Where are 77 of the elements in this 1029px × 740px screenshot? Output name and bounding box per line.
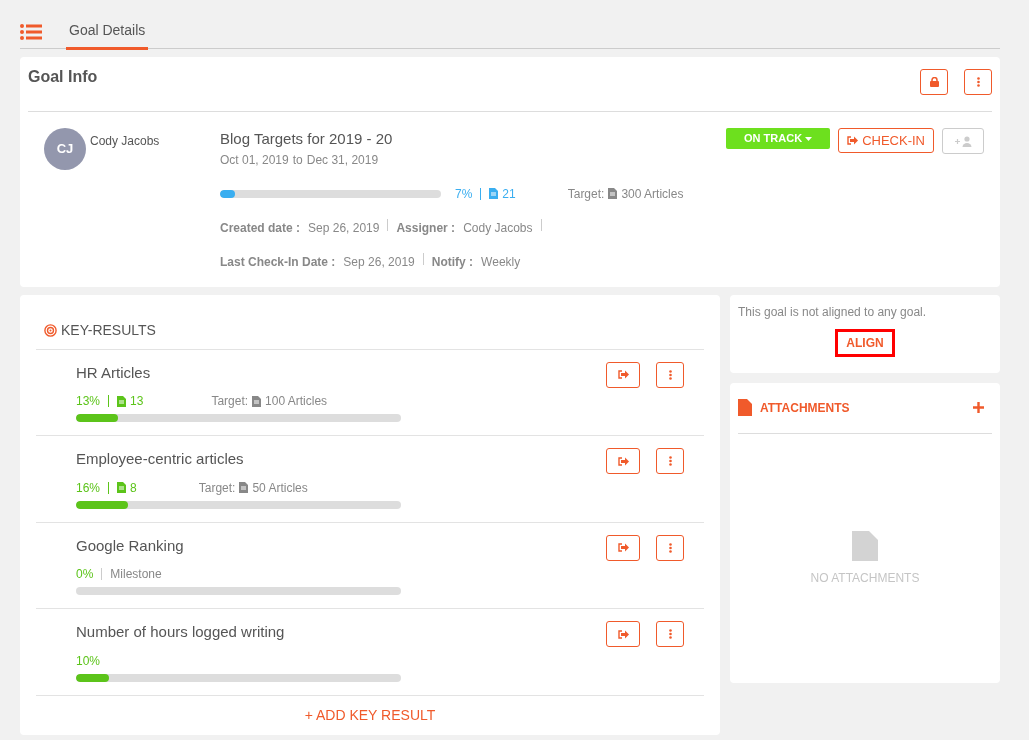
result-type: Milestone	[110, 566, 162, 583]
tab[interactable]: Goal Details	[66, 16, 149, 50]
more-icon	[668, 456, 672, 466]
section-title: KEY-RESULTS	[61, 320, 156, 340]
start-date: Oct 01, 2019	[220, 151, 289, 169]
more-button[interactable]	[964, 69, 992, 95]
check-in-button[interactable]	[606, 361, 640, 388]
check-in-icon	[617, 370, 629, 379]
card-title: Goal Info	[28, 67, 98, 87]
caret-icon	[805, 137, 813, 142]
document-icon	[252, 395, 262, 407]
date-separator: to	[292, 151, 303, 169]
meta-value: Weekly	[481, 253, 521, 271]
progress-count: 21	[502, 185, 516, 203]
target-label: Target:	[211, 393, 249, 410]
key-result-name: HR Articles	[76, 362, 152, 383]
document-icon	[117, 395, 127, 407]
add-attachment-button[interactable]	[973, 402, 984, 413]
check-in-button[interactable]	[606, 534, 640, 561]
progress-percent: 13%	[76, 393, 101, 410]
meta-value: Sep 26, 2019	[308, 219, 380, 237]
target-value: 100 Articles	[265, 393, 328, 410]
document-icon	[852, 530, 878, 561]
progress-percent: 0%	[76, 566, 94, 583]
progress-count: 8	[130, 479, 137, 497]
target-label: Target:	[567, 185, 605, 203]
document-icon	[117, 482, 127, 493]
check-in-button[interactable]: CHECK-IN	[838, 128, 934, 153]
meta-value: Cody Jacobs	[463, 219, 533, 237]
progress-percent: 7%	[455, 185, 473, 203]
more-button[interactable]	[656, 448, 684, 474]
key-result-name: Number of hours logged writing	[76, 622, 286, 642]
target-value: 300 Articles	[621, 185, 684, 203]
document-icon	[489, 188, 499, 199]
align-button[interactable]: ALIGN	[835, 328, 895, 357]
check-in-icon	[617, 629, 629, 639]
more-button[interactable]	[656, 534, 684, 561]
meta-label: Created date :	[220, 219, 301, 237]
list-menu-icon[interactable]	[20, 24, 42, 40]
add-key-result-link[interactable]: + ADD KEY RESULT	[303, 703, 437, 727]
meta-label: Last Check-In Date :	[220, 253, 336, 271]
key-result-name: Employee-centric articles	[76, 449, 245, 469]
progress-percent: 10%	[76, 652, 101, 670]
meta-label: Notify :	[431, 253, 474, 271]
check-in-icon	[617, 456, 629, 466]
more-icon	[668, 369, 672, 380]
more-icon	[668, 542, 672, 553]
target-icon	[44, 323, 57, 337]
more-button[interactable]	[656, 361, 684, 388]
target-value: 50 Articles	[252, 479, 308, 497]
check-in-button[interactable]	[606, 621, 640, 647]
empty-message: NO ATTACHMENTS	[810, 569, 920, 587]
target-label: Target:	[198, 479, 236, 497]
progress-count: 13	[130, 393, 144, 410]
goal-title: Blog Targets for 2019 - 20	[220, 129, 394, 149]
lock-button[interactable]	[920, 69, 948, 95]
more-button[interactable]	[656, 621, 684, 647]
key-result-name: Google Ranking	[76, 535, 185, 556]
more-icon	[668, 629, 672, 639]
add-person-icon	[954, 135, 972, 147]
meta-label: Assigner :	[396, 219, 456, 237]
check-in-icon	[617, 543, 629, 552]
document-icon	[239, 482, 249, 493]
more-icon	[976, 77, 980, 87]
section-title: ATTACHMENTS	[760, 399, 850, 417]
meta-value: Sep 26, 2019	[343, 253, 415, 271]
alignment-message: This goal is not aligned to any goal.	[738, 303, 928, 321]
avatar: CJ	[44, 128, 86, 170]
check-in-icon	[847, 136, 859, 145]
end-date: Dec 31, 2019	[306, 151, 379, 169]
document-icon	[738, 399, 752, 416]
document-icon	[608, 188, 618, 199]
owner-name: Cody Jacobs	[90, 133, 160, 150]
lock-icon	[929, 77, 939, 87]
plus-icon	[973, 402, 984, 413]
progress-percent: 16%	[76, 479, 101, 497]
check-in-button[interactable]	[606, 448, 640, 474]
